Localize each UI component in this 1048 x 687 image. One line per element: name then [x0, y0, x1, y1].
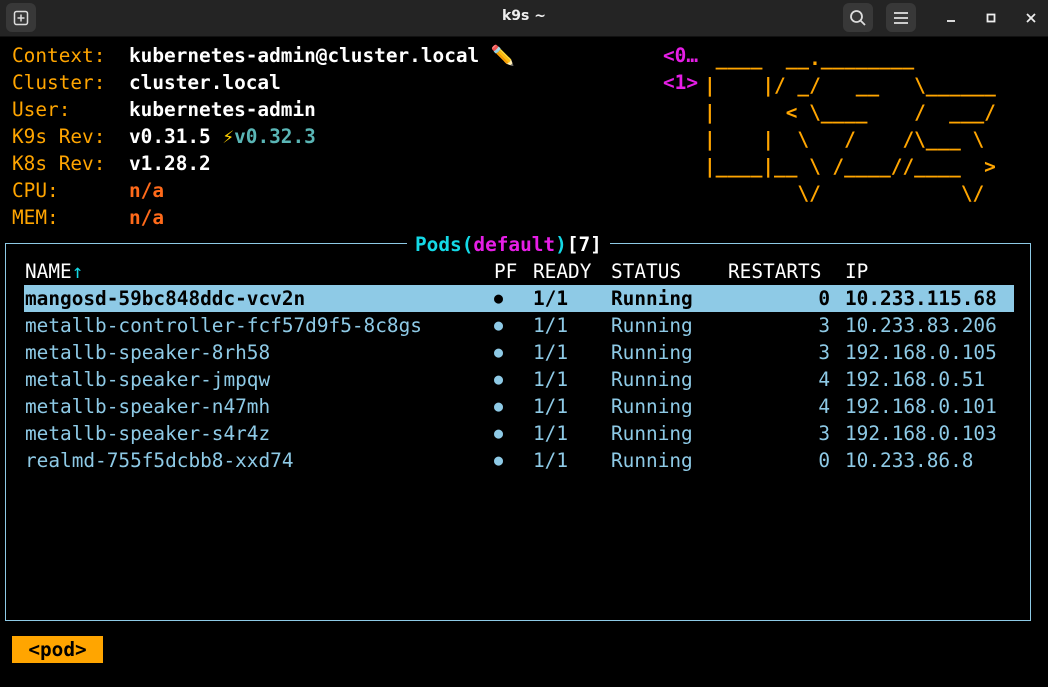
cell-pf: ● [494, 370, 504, 388]
cell-ready: 1/1 [533, 449, 569, 472]
logo-line: | < \____ / ___/ [704, 101, 996, 124]
breadcrumb[interactable]: <pod> [12, 636, 103, 663]
minimize-button[interactable] [936, 3, 966, 32]
cell-ip: 10.233.86.8 [845, 449, 974, 472]
cell-restarts: 3 [818, 422, 830, 445]
cell-ready: 1/1 [533, 368, 569, 391]
resource-name: Pods [415, 233, 462, 256]
hotkey-0[interactable]: <0… [663, 42, 698, 69]
cell-ready: 1/1 [533, 341, 569, 364]
k9s-rev-value: v0.31.5 ⚡v0.32.3 [129, 123, 316, 150]
hamburger-menu-icon [894, 11, 908, 24]
cell-status: Running [611, 449, 693, 472]
column-status[interactable]: STATUS [611, 258, 681, 285]
k9s-version: v0.31.5 [129, 125, 211, 148]
pod-count: [7] [566, 233, 602, 256]
namespace-name: default [473, 233, 556, 256]
cell-restarts: 3 [818, 314, 830, 337]
cluster-label: Cluster: [12, 71, 106, 94]
logo-line: | | \ / /\___ \ [704, 128, 996, 151]
k9s-rev-label: K9s Rev: [12, 125, 106, 148]
column-restarts[interactable]: RESTARTS [728, 258, 821, 285]
cell-ip: 192.168.0.105 [845, 341, 997, 364]
title-paren-open: ( [461, 233, 474, 256]
cell-restarts: 0 [818, 449, 830, 472]
cell-name: metallb-speaker-s4r4z [25, 422, 271, 445]
column-ready[interactable]: READY [533, 258, 591, 285]
cell-name: metallb-controller-fcf57d9f5-8c8gs [25, 314, 422, 337]
cell-status: Running [611, 287, 693, 310]
cell-name: realmd-755f5dcbb8-xxd74 [25, 449, 294, 472]
window-titlebar: k9s ~ [0, 0, 1048, 37]
column-ip[interactable]: IP [845, 258, 868, 285]
logo-line: | |/ _/ __ \______ [704, 74, 996, 97]
user-value: kubernetes-admin [129, 98, 316, 121]
cell-ready: 1/1 [533, 287, 569, 310]
k9s-new-version: v0.32.3 [234, 125, 316, 148]
column-pf[interactable]: PF [494, 258, 517, 285]
cell-name: metallb-speaker-n47mh [25, 395, 271, 418]
logo-line: \/ \/ [704, 182, 996, 205]
cell-ready: 1/1 [533, 395, 569, 418]
maximize-button[interactable] [976, 3, 1006, 32]
cell-restarts: 4 [818, 395, 830, 418]
mem-value: n/a [129, 206, 165, 229]
context-value: kubernetes-admin@cluster.local ✏️ [129, 42, 515, 69]
cell-ip: 10.233.115.68 [845, 287, 997, 310]
cell-pf: ● [494, 289, 504, 307]
cell-ready: 1/1 [533, 314, 569, 337]
cell-ip: 192.168.0.101 [845, 395, 997, 418]
column-name-label: NAME [25, 260, 72, 283]
cell-pf: ● [494, 424, 504, 442]
title-paren-close: ) [555, 233, 567, 256]
user-label: User: [12, 98, 71, 121]
cell-pf: ● [494, 451, 504, 469]
cell-pf: ● [494, 343, 504, 361]
cell-status: Running [611, 314, 693, 337]
cell-name: metallb-speaker-8rh58 [25, 341, 271, 364]
logo-line: |____|__ \ /____//____ > [704, 155, 996, 178]
close-icon [1026, 12, 1036, 23]
cpu-value: n/a [129, 179, 165, 202]
cell-ip: 192.168.0.103 [845, 422, 997, 445]
cell-status: Running [611, 368, 693, 391]
pencil-icon: ✏️ [490, 44, 516, 67]
sort-ascending-icon: ↑ [71, 260, 84, 283]
cell-pf: ● [494, 397, 504, 415]
menu-button[interactable] [886, 3, 916, 32]
pods-table-title: Pods(default)[7] [407, 231, 610, 258]
cell-status: Running [611, 422, 693, 445]
search-button[interactable] [843, 3, 873, 32]
cell-pf: ● [494, 316, 504, 334]
cell-restarts: 0 [818, 287, 830, 310]
cell-ready: 1/1 [533, 422, 569, 445]
context-label: Context: [12, 44, 106, 67]
cpu-label: CPU: [12, 179, 59, 202]
maximize-icon [986, 13, 996, 22]
cell-status: Running [611, 395, 693, 418]
cell-name: mangosd-59bc848ddc-vcv2n [25, 287, 306, 310]
lightning-icon: ⚡ [222, 125, 235, 148]
search-icon [850, 9, 866, 26]
k8s-rev-label: K8s Rev: [12, 152, 106, 175]
cell-restarts: 3 [818, 341, 830, 364]
minimize-icon [947, 19, 955, 22]
logo-line: ____ __.________ [704, 47, 996, 70]
close-button[interactable] [1016, 3, 1046, 32]
cell-ip: 192.168.0.51 [845, 368, 986, 391]
mem-label: MEM: [12, 206, 59, 229]
cell-status: Running [611, 341, 693, 364]
cluster-value: cluster.local [129, 71, 281, 94]
cell-ip: 10.233.83.206 [845, 314, 997, 337]
column-name[interactable]: NAME↑ [25, 258, 83, 285]
cell-restarts: 4 [818, 368, 830, 391]
cell-name: metallb-speaker-jmpqw [25, 368, 271, 391]
k8s-rev-value: v1.28.2 [129, 152, 211, 175]
context-name: kubernetes-admin@cluster.local [129, 44, 480, 67]
hotkey-1[interactable]: <1> [663, 69, 698, 96]
